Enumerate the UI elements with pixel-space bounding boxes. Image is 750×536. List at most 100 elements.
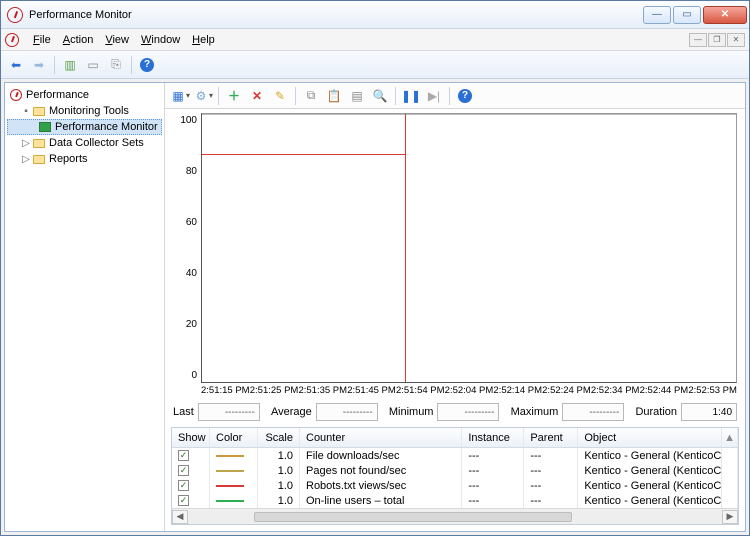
color-swatch bbox=[216, 470, 244, 472]
monitor-icon bbox=[39, 122, 51, 132]
copy-button[interactable]: ⧉ bbox=[300, 85, 322, 107]
counter-name-cell: Pages not found/sec bbox=[300, 463, 462, 478]
maximize-button[interactable]: ▭ bbox=[673, 6, 701, 24]
col-counter[interactable]: Counter bbox=[300, 428, 462, 447]
app-window: Performance Monitor — ▭ ✕ File Action Vi… bbox=[0, 0, 750, 536]
new-window-button[interactable]: ▭ bbox=[82, 54, 104, 76]
duration-value: 1:40 bbox=[681, 403, 737, 421]
menu-help[interactable]: Help bbox=[186, 30, 221, 50]
counter-row[interactable]: ✓1.0File downloads/sec------Kentico - Ge… bbox=[172, 448, 738, 463]
mdi-minimize-button[interactable]: — bbox=[689, 33, 707, 47]
show-checkbox[interactable]: ✓ bbox=[178, 450, 189, 461]
scale-cell: 1.0 bbox=[258, 463, 300, 478]
instance-cell: --- bbox=[462, 463, 524, 478]
average-label: Average bbox=[271, 406, 312, 418]
tree-reports[interactable]: ▷ Reports bbox=[7, 151, 162, 167]
freeze-button[interactable]: ❚❚ bbox=[400, 85, 422, 107]
pencil-icon: ✎ bbox=[272, 88, 288, 104]
scroll-right-button[interactable]: ▶ bbox=[722, 510, 738, 524]
body-split: Performance ▪ Monitoring Tools Performan… bbox=[4, 82, 746, 532]
tree-monitoring-tools[interactable]: ▪ Monitoring Tools bbox=[7, 103, 162, 119]
object-cell: Kentico - General (KenticoCMS60-... bbox=[578, 448, 722, 463]
col-parent[interactable]: Parent bbox=[524, 428, 578, 447]
add-counter-button[interactable]: ＋ bbox=[223, 85, 245, 107]
scale-cell: 1.0 bbox=[258, 478, 300, 493]
mdi-restore-button[interactable]: ❐ bbox=[708, 33, 726, 47]
color-swatch bbox=[216, 485, 244, 487]
col-color[interactable]: Color bbox=[210, 428, 258, 447]
maximum-value: --------- bbox=[562, 403, 624, 421]
col-show[interactable]: Show bbox=[172, 428, 210, 447]
parent-cell: --- bbox=[524, 463, 578, 478]
y-tick: 60 bbox=[186, 217, 197, 228]
menu-file[interactable]: File bbox=[27, 30, 57, 50]
gear-icon: ⚙ bbox=[193, 88, 209, 104]
mdi-close-button[interactable]: ✕ bbox=[727, 33, 745, 47]
x-tick: 2:51:25 PM bbox=[250, 385, 299, 399]
show-checkbox[interactable]: ✓ bbox=[178, 465, 189, 476]
col-object[interactable]: Object bbox=[578, 428, 722, 447]
zoom-button[interactable]: 🔍 bbox=[369, 85, 391, 107]
collapse-icon[interactable]: ▪ bbox=[21, 106, 31, 117]
x-icon: ✕ bbox=[249, 88, 265, 104]
horizontal-scrollbar[interactable]: ◀ ▶ bbox=[172, 508, 738, 524]
show-checkbox[interactable]: ✓ bbox=[178, 480, 189, 491]
menu-action[interactable]: Action bbox=[57, 30, 100, 50]
pause-icon: ❚❚ bbox=[403, 88, 419, 104]
window-title: Performance Monitor bbox=[29, 9, 641, 21]
forward-button[interactable]: ➡ bbox=[28, 54, 50, 76]
scroll-thumb[interactable] bbox=[254, 512, 572, 522]
back-button[interactable]: ⬅ bbox=[5, 54, 27, 76]
tree-performance-monitor[interactable]: Performance Monitor bbox=[7, 119, 162, 135]
minimize-button[interactable]: — bbox=[643, 6, 671, 24]
tree-root-performance[interactable]: Performance bbox=[7, 87, 162, 103]
col-scroll-up[interactable]: ▲ bbox=[722, 428, 738, 447]
scroll-track[interactable] bbox=[188, 510, 722, 524]
expand-icon[interactable]: ▷ bbox=[21, 138, 31, 149]
y-axis: 100 80 60 40 20 0 bbox=[173, 113, 201, 399]
help-icon: ? bbox=[140, 58, 154, 72]
paste-button[interactable]: 📋 bbox=[323, 85, 345, 107]
tree-data-collector-sets[interactable]: ▷ Data Collector Sets bbox=[7, 135, 162, 151]
close-button[interactable]: ✕ bbox=[703, 6, 747, 24]
export-button[interactable]: ⎘ bbox=[105, 54, 127, 76]
settings-button[interactable]: ⚙▾ bbox=[192, 85, 214, 107]
properties-button[interactable]: ▤ bbox=[346, 85, 368, 107]
col-instance[interactable]: Instance bbox=[462, 428, 524, 447]
scroll-left-button[interactable]: ◀ bbox=[172, 510, 188, 524]
menu-view[interactable]: View bbox=[99, 30, 135, 50]
x-tick: 2:52:14 PM bbox=[493, 385, 542, 399]
highlight-button[interactable]: ✎ bbox=[269, 85, 291, 107]
main-toolbar: ⬅ ➡ ▥ ▭ ⎘ ? bbox=[1, 51, 749, 79]
update-button[interactable]: ▶| bbox=[423, 85, 445, 107]
remove-counter-button[interactable]: ✕ bbox=[246, 85, 268, 107]
expand-icon[interactable]: ▷ bbox=[21, 154, 31, 165]
x-tick: 2:51:35 PM bbox=[298, 385, 347, 399]
counter-row[interactable]: ✓1.0On-line users – total------Kentico -… bbox=[172, 493, 738, 508]
folder-icon bbox=[33, 107, 45, 116]
tree-label: Data Collector Sets bbox=[49, 137, 144, 149]
duration-label: Duration bbox=[635, 406, 677, 418]
x-tick: 2:52:53 PM bbox=[688, 385, 737, 399]
x-axis: 2:51:15 PM 2:51:25 PM 2:51:35 PM 2:51:45… bbox=[201, 383, 737, 399]
chart-help-button[interactable]: ? bbox=[454, 85, 476, 107]
help-button[interactable]: ? bbox=[136, 54, 158, 76]
col-scale[interactable]: Scale bbox=[258, 428, 300, 447]
plot-canvas[interactable] bbox=[201, 113, 737, 383]
y-tick: 80 bbox=[186, 166, 197, 177]
counter-row[interactable]: ✓1.0Robots.txt views/sec------Kentico - … bbox=[172, 478, 738, 493]
counter-body: ✓1.0File downloads/sec------Kentico - Ge… bbox=[172, 448, 738, 508]
chart-type-icon: ▦ bbox=[170, 88, 186, 104]
minimum-value: --------- bbox=[437, 403, 499, 421]
plus-icon: ＋ bbox=[226, 88, 242, 104]
show-hide-tree-button[interactable]: ▥ bbox=[59, 54, 81, 76]
object-cell: Kentico - General (KenticoCMS60-... bbox=[578, 463, 722, 478]
menu-window[interactable]: Window bbox=[135, 30, 186, 50]
show-checkbox[interactable]: ✓ bbox=[178, 495, 189, 506]
export-icon: ⎘ bbox=[108, 57, 124, 73]
counter-row[interactable]: ✓1.0Pages not found/sec------Kentico - G… bbox=[172, 463, 738, 478]
maximum-label: Maximum bbox=[511, 406, 559, 418]
x-tick: 2:52:34 PM bbox=[591, 385, 640, 399]
view-type-button[interactable]: ▦▾ bbox=[169, 85, 191, 107]
parent-cell: --- bbox=[524, 478, 578, 493]
